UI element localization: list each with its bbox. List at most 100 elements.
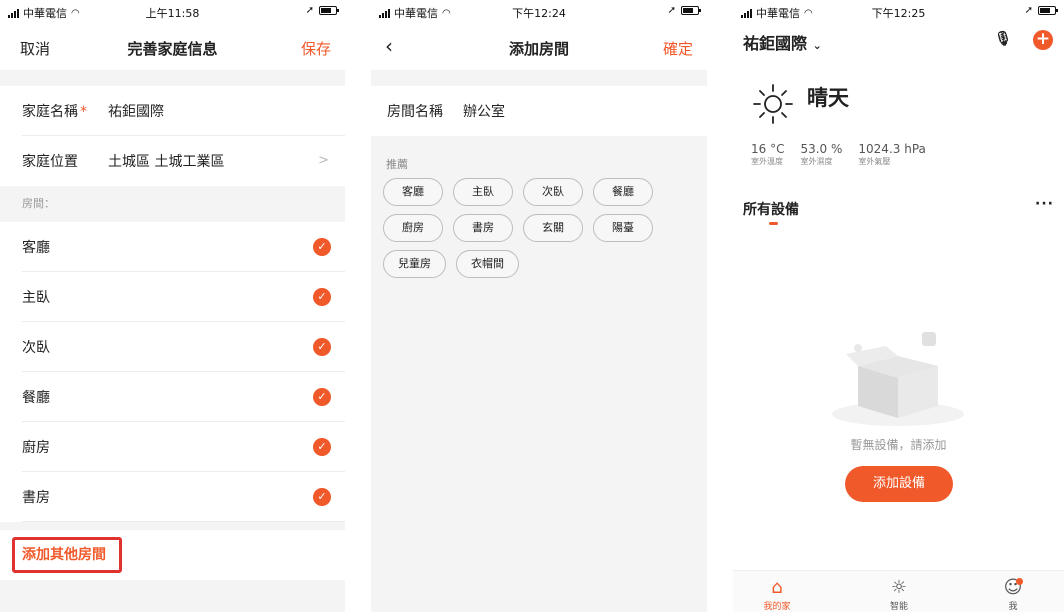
more-icon[interactable]: ···: [1035, 196, 1054, 212]
home-name: 祐鉅國際: [743, 34, 808, 53]
confirm-button[interactable]: 確定: [663, 38, 693, 59]
family-name-label-wrap: 家庭名稱 *: [22, 101, 108, 121]
battery-icon: [319, 6, 339, 15]
sun-icon: [751, 82, 795, 126]
room-chip[interactable]: 餐廳: [593, 178, 653, 206]
room-name-row[interactable]: 房間名稱 辦公室: [371, 86, 707, 136]
room-item[interactable]: 餐廳 ✓: [0, 372, 345, 422]
room-chip[interactable]: 次臥: [523, 178, 583, 206]
tab-bar: ⌂ 我的家 ☼ 智能 ☺ 我: [733, 570, 1064, 612]
profile-icon: ☺: [1003, 577, 1023, 598]
page-title: 添加房間: [508, 40, 569, 58]
status-time: 下午12:24: [512, 7, 566, 20]
notification-dot: [1016, 578, 1023, 585]
stat-label: 室外溫度: [751, 157, 783, 166]
room-label: 廚房: [22, 440, 50, 456]
stat-label: 室外氣壓: [858, 157, 891, 166]
location-arrow-icon: ➚: [667, 5, 676, 16]
tab-me[interactable]: ☺ 我: [983, 577, 1043, 612]
status-right: ➚: [667, 5, 701, 16]
room-item[interactable]: 客廳 ✓: [0, 222, 345, 272]
recommend-label: 推薦: [386, 158, 408, 171]
room-chip[interactable]: 衣帽間: [456, 250, 519, 278]
status-bar: 中華電信 ◠ 下午12:25 ➚: [733, 0, 1064, 24]
room-label: 書房: [22, 490, 50, 506]
screen-add-room: 中華電信 ◠ 下午12:24 ➚ ‹ 添加房間 確定 房間名稱 辦公室 推薦 客…: [371, 0, 707, 612]
screen-home: 中華電信 ◠ 下午12:25 ➚ 祐鉅國際 ⌄ 🎙 + 晴天 16 °C 室外溫度…: [733, 0, 1064, 612]
room-chip[interactable]: 客廳: [383, 178, 443, 206]
check-icon[interactable]: ✓: [313, 488, 331, 506]
weather-row: 晴天: [751, 82, 926, 126]
tab-all-devices[interactable]: 所有設備: [743, 199, 799, 219]
stat-value: 16 °C: [751, 142, 785, 156]
weather-text: 晴天: [807, 86, 849, 110]
empty-message: 暫無設備，請添加: [850, 438, 947, 452]
room-name-input[interactable]: 辦公室: [463, 101, 505, 121]
add-other-room-button[interactable]: 添加其他房間: [12, 537, 122, 573]
weather-stats: 16 °C 室外溫度 53.0 % 室外濕度 1024.3 hPa 室外氣壓: [751, 142, 926, 167]
stat-value: 53.0 %: [800, 142, 843, 156]
family-name-value[interactable]: 祐鉅國際: [108, 101, 164, 121]
chevron-right-icon: >: [318, 153, 329, 168]
nav-bar: ‹ 添加房間 確定: [371, 24, 707, 70]
add-icon[interactable]: +: [1033, 30, 1053, 50]
stat-pressure: 1024.3 hPa 室外氣壓: [858, 142, 925, 167]
chip-list: 客廳 主臥 次臥 餐廳 廚房 書房 玄關 陽臺 兒童房 衣帽間: [383, 178, 695, 278]
check-icon[interactable]: ✓: [313, 288, 331, 306]
room-item[interactable]: 廚房 ✓: [0, 422, 345, 472]
divider: [22, 521, 345, 522]
check-icon[interactable]: ✓: [313, 338, 331, 356]
family-location-row[interactable]: 家庭位置 土城區 土城工業區 >: [0, 136, 345, 186]
sun-icon: ☼: [890, 577, 908, 598]
room-chip[interactable]: 陽臺: [593, 214, 653, 242]
tab-label: 我: [1008, 602, 1018, 612]
room-item[interactable]: 次臥 ✓: [0, 322, 345, 372]
location-arrow-icon: ➚: [1024, 5, 1033, 16]
room-label: 次臥: [22, 340, 50, 356]
room-chip[interactable]: 廚房: [383, 214, 443, 242]
location-label: 家庭位置: [22, 154, 78, 170]
location-value: 土城區 土城工業區: [108, 154, 225, 170]
family-name-label: 家庭名稱: [22, 104, 78, 120]
battery-icon: [1038, 6, 1058, 15]
status-right: ➚: [1024, 5, 1058, 16]
home-switcher[interactable]: 祐鉅國際 ⌄: [743, 30, 822, 54]
stat-label: 室外濕度: [800, 157, 833, 166]
microphone-icon[interactable]: 🎙: [994, 31, 1012, 47]
room-label: 主臥: [22, 290, 50, 306]
room-chip[interactable]: 兒童房: [383, 250, 446, 278]
stat-value: 1024.3 hPa: [858, 142, 926, 156]
stat-humidity: 53.0 % 室外濕度: [800, 142, 842, 167]
room-chip[interactable]: 書房: [453, 214, 513, 242]
status-time: 下午12:25: [871, 7, 926, 20]
room-item[interactable]: 書房 ✓: [0, 472, 345, 522]
chevron-down-icon: ⌄: [812, 39, 822, 52]
save-button[interactable]: 保存: [301, 38, 331, 59]
required-mark: *: [80, 104, 87, 120]
family-name-row[interactable]: 家庭名稱 * 祐鉅國際: [0, 86, 345, 136]
check-icon[interactable]: ✓: [313, 238, 331, 256]
empty-box-illustration: [828, 326, 968, 426]
weather-panel: 晴天 16 °C 室外溫度 53.0 % 室外濕度 1024.3 hPa 室外氣壓: [751, 82, 926, 167]
room-chip[interactable]: 玄關: [523, 214, 583, 242]
rooms-header: 房間：: [22, 197, 55, 210]
status-right: ➚: [306, 5, 339, 16]
status-time: 上午11:58: [145, 7, 200, 20]
stat-temp: 16 °C 室外溫度: [751, 142, 784, 167]
check-icon[interactable]: ✓: [313, 388, 331, 406]
room-name-label: 房間名稱: [387, 104, 443, 120]
home-header: 祐鉅國際 ⌄ 🎙 +: [733, 24, 1064, 58]
recommend-section: 推薦 客廳 主臥 次臥 餐廳 廚房 書房 玄關 陽臺 兒童房 衣帽間: [371, 136, 707, 298]
add-device-button[interactable]: 添加設備: [845, 466, 953, 502]
room-label: 餐廳: [22, 390, 50, 406]
home-icon: ⌂: [771, 577, 783, 598]
tab-smart[interactable]: ☼ 智能: [869, 577, 929, 612]
room-chip[interactable]: 主臥: [453, 178, 513, 206]
status-bar: 中華電信 ◠ 下午12:24 ➚: [371, 0, 707, 24]
battery-icon: [681, 6, 701, 15]
check-icon[interactable]: ✓: [313, 438, 331, 456]
room-item[interactable]: 主臥 ✓: [0, 272, 345, 322]
tab-my-home[interactable]: ⌂ 我的家: [747, 577, 807, 612]
